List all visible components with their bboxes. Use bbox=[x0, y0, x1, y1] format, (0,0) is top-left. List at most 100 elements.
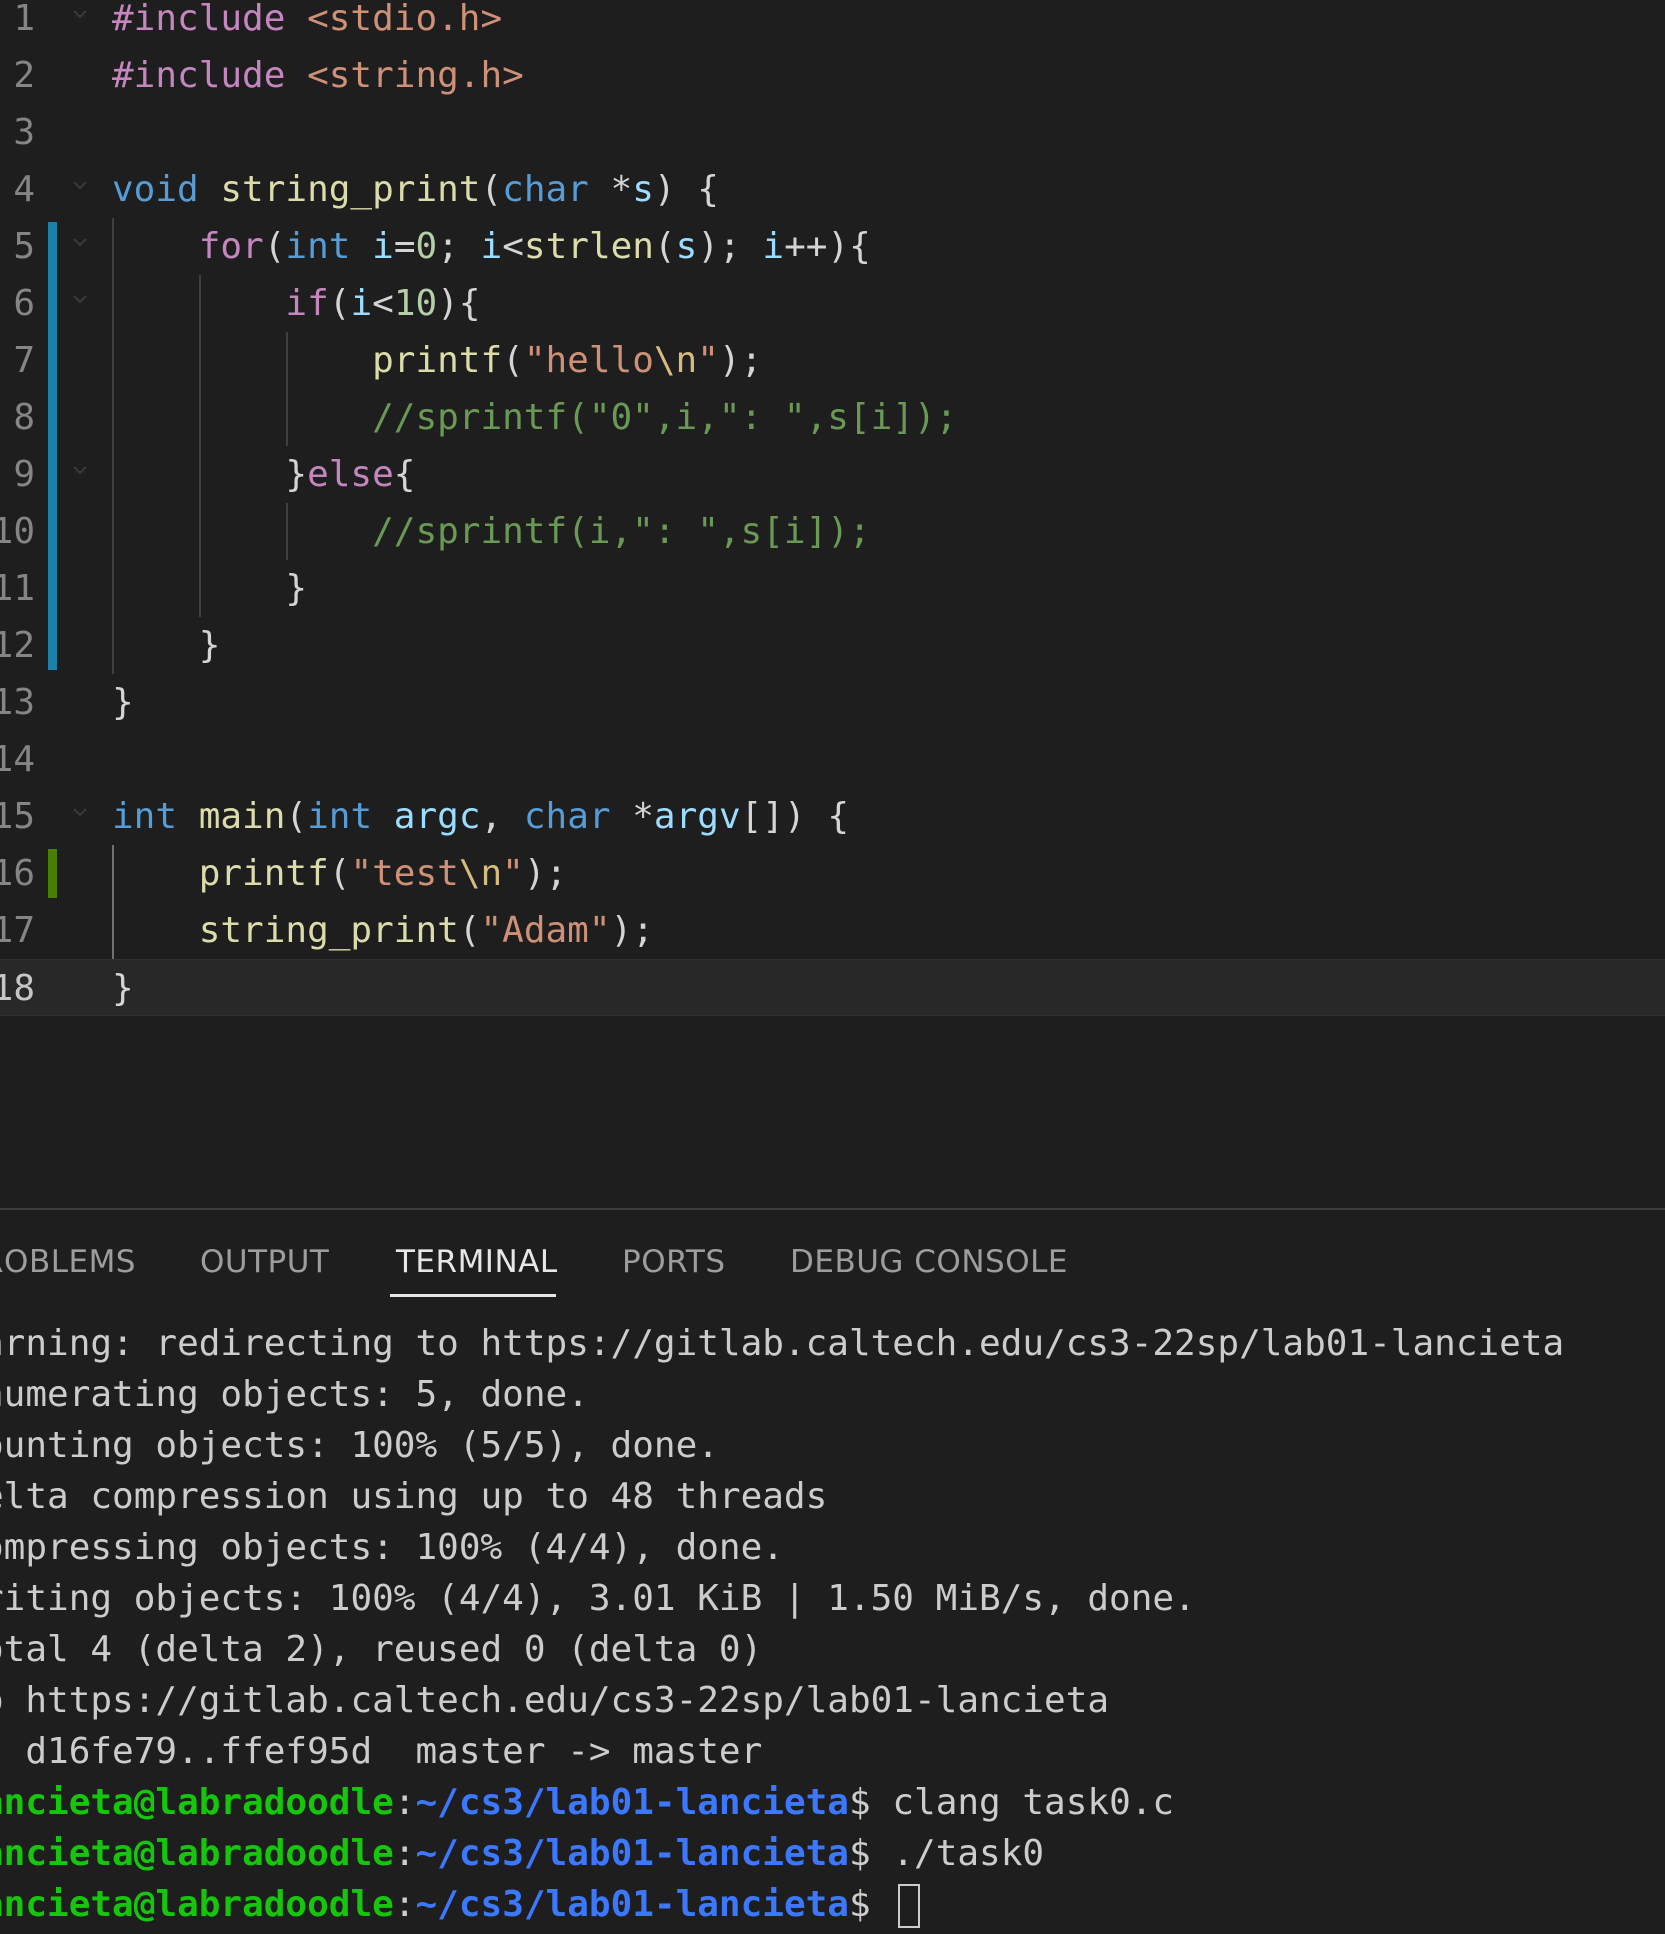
fold-chevron-icon[interactable] bbox=[70, 232, 90, 252]
line-number: 11 bbox=[0, 568, 35, 609]
code-line[interactable]: 11 } bbox=[0, 560, 1665, 617]
tab-problems[interactable]: ROBLEMS bbox=[0, 1244, 136, 1280]
code-token: i bbox=[372, 226, 394, 267]
line-number: 1 bbox=[13, 0, 35, 39]
code-line[interactable]: 7 printf("hello\n"); bbox=[0, 332, 1665, 389]
code-text: if(i<10){ bbox=[112, 275, 481, 332]
active-tab-indicator bbox=[390, 1294, 556, 1297]
code-token: ( bbox=[480, 169, 503, 210]
terminal-prompt-line: ancieta@labradoodle:~/cs3/lab01-lancieta… bbox=[0, 1777, 1174, 1828]
fold-chevron-icon[interactable] bbox=[70, 4, 90, 24]
code-token: } bbox=[112, 625, 221, 666]
code-token: strlen bbox=[523, 226, 654, 267]
code-token: * bbox=[610, 169, 633, 210]
fold-chevron-icon[interactable] bbox=[70, 175, 90, 195]
panel-tab-bar: ROBLEMS OUTPUT TERMINAL PORTS DEBUG CONS… bbox=[0, 1210, 1665, 1310]
code-text: for(int i=0; i<strlen(s); i++){ bbox=[112, 218, 871, 275]
code-line[interactable]: 8 //sprintf("0",i,": ",s[i]); bbox=[0, 389, 1665, 446]
code-token: int bbox=[112, 796, 199, 837]
code-line[interactable]: 15 int main(int argc, char *argv[]) { bbox=[0, 788, 1665, 845]
terminal-output-line: numerating objects: 5, done. bbox=[0, 1374, 589, 1415]
line-number: 16 bbox=[0, 853, 35, 894]
terminal-output-line: ounting objects: 100% (5/5), done. bbox=[0, 1425, 719, 1466]
code-token: ){ bbox=[827, 226, 871, 267]
prompt-user: ancieta@labradoodle bbox=[0, 1782, 394, 1823]
code-token: "hello bbox=[523, 340, 654, 381]
code-line[interactable]: 17 string_print("Adam"); bbox=[0, 902, 1665, 959]
prompt-path: ~/cs3/lab01-lancieta bbox=[415, 1833, 849, 1874]
code-text: int main(int argc, char *argv[]) { bbox=[112, 788, 849, 845]
code-editor[interactable]: 1 #include <stdio.h> 2 #include <string.h> 3… bbox=[0, 0, 1665, 1208]
tab-ports[interactable]: PORTS bbox=[622, 1244, 726, 1280]
prompt-separator: : bbox=[393, 1782, 416, 1823]
terminal-output-line: otal 4 (delta 2), reused 0 (delta 0) bbox=[0, 1629, 763, 1670]
code-token: ){ bbox=[437, 283, 481, 324]
indent-guide bbox=[198, 275, 201, 617]
code-token: ); bbox=[718, 340, 763, 381]
code-token: { bbox=[393, 454, 416, 495]
code-token: printf bbox=[372, 340, 503, 381]
fold-chevron-icon[interactable] bbox=[70, 289, 90, 309]
terminal-prompt-line: ancieta@labradoodle:~/cs3/lab01-lancieta… bbox=[0, 1828, 1044, 1879]
code-line[interactable]: 16 printf("test\n"); bbox=[0, 845, 1665, 902]
terminal-cursor bbox=[898, 1884, 921, 1928]
code-text: } bbox=[112, 560, 307, 617]
code-text: } bbox=[112, 674, 134, 731]
prompt-command: clang task0.c bbox=[892, 1782, 1175, 1823]
code-line[interactable]: 6 if(i<10){ bbox=[0, 275, 1665, 332]
code-line[interactable]: 5 for(int i=0; i<strlen(s); i++){ bbox=[0, 218, 1665, 275]
code-token: //sprintf("0",i,": ",s[i]); bbox=[372, 397, 958, 438]
terminal-output-line: o https://gitlab.caltech.edu/cs3-22sp/la… bbox=[0, 1680, 1110, 1721]
tab-output[interactable]: OUTPUT bbox=[200, 1244, 329, 1280]
line-number: 17 bbox=[0, 910, 35, 951]
indent-guide bbox=[112, 845, 114, 959]
code-line[interactable]: 3 bbox=[0, 104, 1665, 161]
code-token: ); bbox=[523, 853, 568, 894]
code-line[interactable]: 12 } bbox=[0, 617, 1665, 674]
code-line[interactable]: 1 #include <stdio.h> bbox=[0, 0, 1665, 47]
fold-chevron-icon[interactable] bbox=[70, 802, 90, 822]
code-line[interactable]: 13} bbox=[0, 674, 1665, 731]
terminal-output-line: elta compression using up to 48 threads bbox=[0, 1476, 828, 1517]
line-number: 9 bbox=[13, 454, 35, 495]
code-line[interactable]: 10 //sprintf(i,": ",s[i]); bbox=[0, 503, 1665, 560]
git-change-marker[interactable] bbox=[48, 849, 57, 898]
code-token: s bbox=[632, 169, 654, 210]
code-token: " bbox=[502, 853, 524, 894]
code-token: string_print bbox=[198, 910, 459, 951]
terminal-output-line: d16fe79..ffef95d master -> master bbox=[0, 1731, 763, 1772]
prompt-path: ~/cs3/lab01-lancieta bbox=[415, 1884, 849, 1925]
indent-guide bbox=[112, 218, 114, 674]
code-token: main bbox=[198, 796, 286, 837]
prompt-command: ./task0 bbox=[892, 1833, 1045, 1874]
tab-terminal[interactable]: TERMINAL bbox=[396, 1244, 558, 1280]
code-text: } bbox=[112, 617, 221, 674]
indent-guide bbox=[285, 503, 288, 560]
code-token: } bbox=[112, 682, 134, 723]
line-number: 14 bbox=[0, 739, 35, 780]
code-line[interactable]: 18} bbox=[0, 959, 1665, 1016]
fold-chevron-icon[interactable] bbox=[70, 460, 90, 480]
code-line[interactable]: 4 void string_print(char *s) { bbox=[0, 161, 1665, 218]
code-text: }else{ bbox=[112, 446, 415, 503]
prompt-symbol: $ bbox=[848, 1833, 893, 1874]
terminal-output-line: ompressing objects: 100% (4/4), done. bbox=[0, 1527, 784, 1568]
code-text: void string_print(char *s) { bbox=[112, 161, 719, 218]
code-token: < bbox=[372, 283, 394, 324]
code-line[interactable]: 9 }else{ bbox=[0, 446, 1665, 503]
code-token: \n bbox=[458, 853, 503, 894]
prompt-separator: : bbox=[393, 1884, 416, 1925]
code-token: ) { bbox=[783, 796, 850, 837]
code-token: //sprintf(i,": ",s[i]); bbox=[372, 511, 871, 552]
line-number: 13 bbox=[0, 682, 35, 723]
git-change-marker[interactable] bbox=[48, 222, 57, 670]
line-number: 3 bbox=[13, 112, 35, 153]
code-token: s bbox=[675, 226, 698, 267]
code-line[interactable]: 2 #include <string.h> bbox=[0, 47, 1665, 104]
code-line[interactable]: 14 bbox=[0, 731, 1665, 788]
line-number: 7 bbox=[13, 340, 35, 381]
code-token: argc bbox=[393, 796, 481, 837]
tab-debug-console[interactable]: DEBUG CONSOLE bbox=[790, 1244, 1068, 1280]
